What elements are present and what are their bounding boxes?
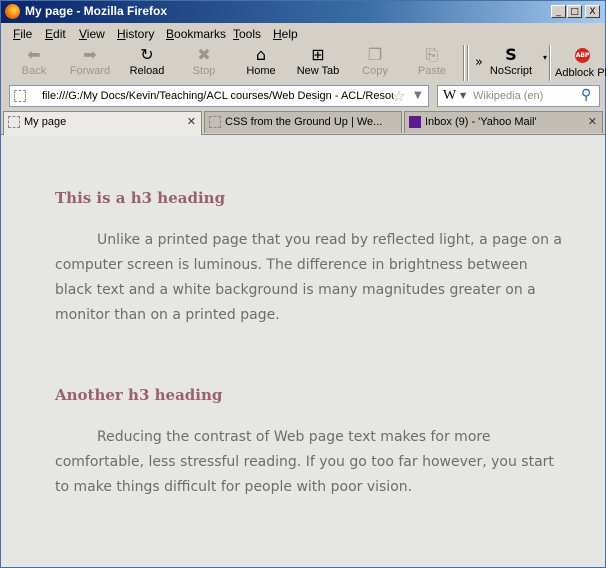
new-tab-icon: ⊞ [311, 45, 325, 64]
section-paragraph: Reducing the contrast of Web page text m… [55, 429, 554, 495]
address-url[interactable]: file:///G:/My Docs/Kevin/Teaching/ACL co… [42, 90, 394, 102]
reload-icon: ↻ [140, 45, 154, 64]
reload-button[interactable]: ↻ Reload [119, 45, 175, 81]
copy-label: Copy [362, 65, 388, 77]
back-arrow-icon: ⬅ [27, 45, 41, 64]
adblock-button[interactable]: ABP Adblock Pl [553, 45, 606, 81]
close-window-button[interactable]: X [585, 5, 600, 18]
maximize-button[interactable]: □ [567, 5, 582, 18]
blank-page-icon [8, 116, 20, 128]
tab-yahoo-mail[interactable]: Inbox (9) - 'Yahoo Mail' ✕ [404, 111, 603, 133]
wikipedia-w-icon[interactable]: W [443, 88, 456, 104]
noscript-label: NoScript [489, 65, 533, 77]
section-heading: This is a h3 heading [55, 189, 226, 207]
section-paragraph: Unlike a printed page that you read by r… [55, 232, 562, 323]
menu-history[interactable]: History [117, 27, 154, 41]
window-title: My page - Mozilla Firefox [25, 4, 168, 18]
close-tab-icon[interactable]: ✕ [588, 115, 597, 128]
address-dropdown-icon[interactable]: ▼ [414, 90, 422, 101]
menu-help[interactable]: Help [273, 27, 298, 41]
stop-x-icon: ✖ [197, 45, 211, 64]
browser-window: My page - Mozilla Firefox _ □ X File Edi… [0, 0, 606, 568]
menu-file[interactable]: File [13, 27, 32, 41]
address-bar[interactable]: file:///G:/My Docs/Kevin/Teaching/ACL co… [9, 85, 429, 107]
new-tab-label: New Tab [296, 65, 340, 77]
search-bar[interactable]: W ▼ Wikipedia (en) ⚲ [437, 85, 600, 107]
adblock-abp-icon: ABP [575, 48, 590, 63]
yahoo-mail-icon [409, 116, 421, 128]
stop-label: Stop [192, 65, 216, 77]
noscript-s-icon: S [505, 45, 517, 64]
tab-css-ground-up[interactable]: CSS from the Ground Up | We... [204, 111, 402, 133]
reload-label: Reload [129, 65, 165, 77]
forward-button[interactable]: ➡ Forward [62, 45, 118, 81]
back-label: Back [21, 65, 47, 77]
minimize-button[interactable]: _ [551, 5, 566, 18]
home-icon: ⌂ [255, 45, 267, 64]
new-tab-button[interactable]: ⊞ New Tab [290, 45, 346, 81]
stop-button[interactable]: ✖ Stop [176, 45, 232, 81]
search-placeholder[interactable]: Wikipedia (en) [473, 90, 543, 102]
page-content: This is a h3 heading Unlike a printed pa… [1, 135, 605, 567]
forward-label: Forward [69, 65, 111, 77]
toolbar-separator [549, 45, 551, 81]
home-button[interactable]: ⌂ Home [233, 45, 289, 81]
menu-tools[interactable]: Tools [233, 27, 261, 41]
tab-my-page[interactable]: My page ✕ [3, 111, 202, 135]
title-bar: My page - Mozilla Firefox _ □ X [1, 1, 605, 23]
copy-icon: ❐ [367, 45, 383, 64]
menu-view[interactable]: View [79, 27, 105, 41]
noscript-dropdown-icon[interactable]: ▾ [543, 53, 547, 62]
copy-button[interactable]: ❐ Copy [347, 45, 403, 81]
tab-label: My page [24, 116, 67, 128]
toolbar-separator [463, 45, 465, 81]
site-identity-icon[interactable] [14, 90, 26, 102]
tab-label: CSS from the Ground Up | We... [225, 116, 383, 128]
adblock-label: Adblock Pl [555, 67, 606, 79]
close-tab-icon[interactable]: ✕ [187, 115, 196, 128]
menu-bar: File Edit View History Bookmarks Tools H… [1, 23, 605, 43]
back-button[interactable]: ⬅ Back [6, 45, 62, 81]
tab-strip: My page ✕ CSS from the Ground Up | We...… [1, 110, 605, 135]
toolbar-separator [467, 45, 469, 81]
navigation-toolbar: ⬅ Back ➡ Forward ↻ Reload ✖ Stop ⌂ Home … [1, 43, 606, 83]
paste-clipboard-icon: ⎘ [425, 45, 439, 64]
paste-label: Paste [417, 65, 447, 77]
firefox-logo-icon [5, 4, 20, 19]
toolbar-overflow-chevron-icon[interactable]: » [475, 55, 483, 70]
address-row: file:///G:/My Docs/Kevin/Teaching/ACL co… [1, 83, 605, 110]
blank-page-icon [209, 116, 221, 128]
bookmark-star-icon[interactable]: ☆ [392, 87, 405, 105]
paste-button[interactable]: ⎘ Paste [404, 45, 460, 81]
noscript-button[interactable]: S NoScript [483, 45, 539, 81]
forward-arrow-icon: ➡ [83, 45, 97, 64]
menu-edit[interactable]: Edit [45, 27, 66, 41]
tab-label: Inbox (9) - 'Yahoo Mail' [425, 116, 537, 128]
search-engine-dropdown-icon[interactable]: ▼ [460, 91, 466, 100]
home-label: Home [246, 65, 276, 77]
search-magnifier-icon[interactable]: ⚲ [581, 87, 591, 103]
menu-bookmarks[interactable]: Bookmarks [166, 27, 226, 41]
section-heading: Another h3 heading [55, 386, 223, 404]
